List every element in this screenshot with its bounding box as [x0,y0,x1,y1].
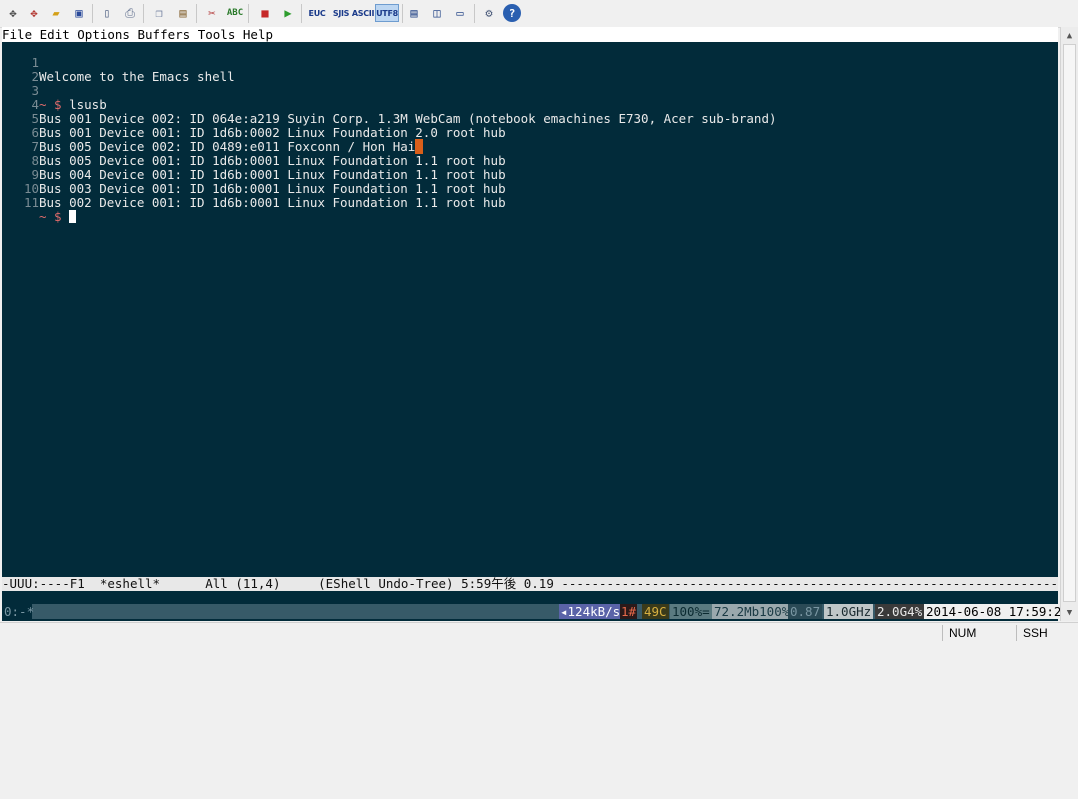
line-text: Bus 005 Device 002: ID 0489:e011 Foxconn… [39,139,416,154]
buffer-line: 10 Bus 002 Device 001: ID 1d6b:0001 Linu… [2,168,506,210]
load-average: 0.87 [788,604,823,619]
buffer-line: 7 Bus 005 Device 001: ID 1d6b:0001 Linux… [2,126,505,168]
scrollbar-thumb[interactable] [1063,44,1076,602]
paste-icon[interactable]: ▤ [174,4,192,22]
split-horizontal-icon[interactable]: ▤ [405,4,423,22]
stop-icon[interactable]: ■ [256,4,274,22]
window-status-bar: NUM SSH [0,622,1078,643]
help-icon[interactable]: ? [503,4,521,22]
battery-status: 100%= [670,604,712,619]
line-text: Bus 001 Device 001: ID 1d6b:0002 Linux F… [39,125,506,140]
cut-icon[interactable]: ✂ [203,4,221,22]
menu-options[interactable]: Options [77,27,130,42]
line-text: Bus 002 Device 001: ID 1d6b:0001 Linux F… [39,195,506,210]
menu-buffers[interactable]: Buffers [138,27,191,42]
scroll-down-arrow-icon[interactable]: ▼ [1061,604,1078,621]
open-folder-icon[interactable]: ▰ [47,4,65,22]
modeline-position: All (11,4) [205,577,281,591]
network-speed: ◂124kB/s [559,604,622,619]
cpu-frequency-1: 1.0GHz [824,604,874,619]
buffer-line: 1 Welcome to the Emacs shell [2,42,234,84]
encoding-ascii-button[interactable]: ASCII [352,4,375,22]
toolbar-separator [301,4,302,23]
menu-bar: File Edit Options Buffers Tools Help [2,27,1058,42]
new-document-icon[interactable]: ▯ [98,4,116,22]
status-line: 0:-* 0:-* ◂124kB/s 1# 49C 100%= 72.2Mb10… [2,604,1071,619]
spellcheck-icon[interactable]: ABC [226,4,244,22]
buffer-line: 2 [2,56,39,84]
text-cursor[interactable] [69,210,77,223]
buffer-line: 5 Bus 001 Device 001: ID 1d6b:0002 Linux… [2,98,505,140]
line-text: Bus 001 Device 002: ID 064e:a219 Suyin C… [39,111,777,126]
buffer-line: 4 Bus 001 Device 002: ID 064e:a219 Suyin… [2,84,776,126]
modeline-status: -UUU:----F1 [2,577,100,591]
memory-usage: 72.2Mb100% [712,604,792,619]
line-number: 11 [23,195,39,210]
settings-gear-icon[interactable]: ⚙ [480,4,498,22]
toolbar-separator [92,4,93,23]
shell-prompt: ~ $ [39,97,70,112]
mark-cursor: _ [415,139,423,154]
toolbar-separator [248,4,249,23]
toolbar-separator [402,4,403,23]
line-text: Bus 005 Device 001: ID 1d6b:0001 Linux F… [39,153,506,168]
encoding-euc-button[interactable]: EUC [306,4,328,22]
buffer-line: 11 ~ $ [2,182,77,224]
vertical-scrollbar[interactable]: ▲ ▼ [1060,27,1078,621]
scroll-up-arrow-icon[interactable]: ▲ [1061,27,1078,44]
single-window-icon[interactable]: ▭ [451,4,469,22]
menu-tools[interactable]: Tools [198,27,236,42]
buffer-line: 8 Bus 004 Device 001: ID 1d6b:0001 Linux… [2,140,505,182]
toolbar-separator [474,4,475,23]
cpu-temperature: 49C [642,604,669,619]
modeline-modes[interactable]: (EShell Undo-Tree) [318,577,453,591]
encoding-utf8-button[interactable]: UTF8 [375,4,399,22]
line-text: Bus 004 Device 001: ID 1d6b:0001 Linux F… [39,167,506,182]
menu-file[interactable]: File [2,27,32,42]
line-text: Bus 003 Device 001: ID 1d6b:0001 Linux F… [39,181,506,196]
run-icon[interactable]: ▶ [279,4,297,22]
ssh-indicator: SSH [1016,625,1077,641]
modeline-fill: ----------------------------------------… [561,577,1058,591]
menu-edit[interactable]: Edit [40,27,70,42]
cpu-frequency-2: 2.0G4% [875,604,925,619]
shell-prompt: ~ $ [39,209,70,224]
menu-help[interactable]: Help [243,27,273,42]
num-lock-indicator: NUM [942,625,1015,641]
hash-indicator: 1# [620,604,638,619]
toolbar: ✥ ✥ ▰ ▣ ▯ ⎙ ❐ ▤ ✂ ABC ■ ▶ EUC SJIS ASCII… [0,0,1078,28]
prompt-line: ~ $ [39,209,77,224]
copy-icon[interactable]: ❐ [150,4,168,22]
mode-line: -UUU:----F1 *eshell* All (11,4) (EShell … [2,577,1058,591]
encoding-sjis-button[interactable]: SJIS [330,4,352,22]
modeline-time: 5:59午後 0.19 [461,577,554,591]
command-text: lsusb [69,97,107,112]
split-vertical-icon[interactable]: ◫ [428,4,446,22]
date-time: 2014-06-08 17:59:20 [924,604,1071,619]
close-frame-icon[interactable]: ✥ [25,4,43,22]
toolbar-separator [196,4,197,23]
line-text-with-mark: Bus 005 Device 002: ID 0489:e011 Foxconn… [39,139,423,154]
save-icon[interactable]: ▣ [70,4,88,22]
line-text: Welcome to the Emacs shell [39,69,235,84]
status-left-text: 0:-* [4,604,35,619]
eshell-buffer[interactable]: 1 Welcome to the Emacs shell 2 3 ~ $ lsu… [2,42,1058,577]
buffer-line: 9 Bus 003 Device 001: ID 1d6b:0001 Linux… [2,154,505,196]
buffer-line: 3 ~ $ lsusb [2,70,106,112]
modeline-buffer-name[interactable]: *eshell* [100,577,160,591]
new-frame-icon[interactable]: ✥ [4,4,22,22]
buffer-line: 6 Bus 005 Device 002: ID 0489:e011 Foxco… [2,112,423,154]
prompt-line: ~ $ lsusb [39,98,107,112]
toolbar-separator [143,4,144,23]
print-icon[interactable]: ⎙ [121,4,139,22]
